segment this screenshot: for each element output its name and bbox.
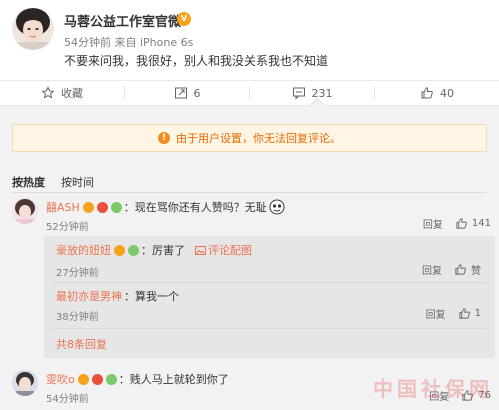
comment-like-count: 141 xyxy=(471,218,491,229)
reply-time: 27分钟前 xyxy=(56,268,99,279)
emoji-icon xyxy=(269,199,285,215)
comment-username[interactable]: 雯吹o xyxy=(46,371,75,387)
reply-like-label: 赞 xyxy=(471,266,481,277)
comment-line: 雯吹o ：贱人马上就轮到你了 xyxy=(46,371,229,387)
collect-button[interactable]: 收藏 xyxy=(0,86,125,100)
thumbs-up-icon xyxy=(456,218,467,229)
comment-time: 52分钟前 xyxy=(46,222,89,233)
star-icon xyxy=(41,86,55,99)
thumbs-up-icon xyxy=(455,264,466,275)
comment-image-label: 评论配图 xyxy=(208,244,252,257)
commenter-avatar[interactable] xyxy=(12,370,38,396)
action-bar: 收藏 6 231 40 xyxy=(0,80,499,106)
comment-like-button[interactable]: 141 xyxy=(455,217,491,230)
member-badge-icon xyxy=(91,373,103,385)
weibo-post: 马蓉公益工作室官微 V 54分钟前 来自 iPhone 6s 不要来问我，我很好… xyxy=(0,0,499,410)
commenter-avatar[interactable] xyxy=(12,198,38,224)
reply-line: 最初亦是男神 ：算我一个 xyxy=(56,288,179,304)
post-meta: 54分钟前 来自 iPhone 6s xyxy=(64,34,193,50)
post-time[interactable]: 54分钟前 xyxy=(64,36,111,49)
reply-actions: 回复 赞 xyxy=(422,262,481,277)
warning-icon: ! xyxy=(158,132,170,144)
post-text: 不要来问我，我很好，别人和我没关系我也不知道 xyxy=(64,54,329,68)
reply-text: ：算我一个 xyxy=(124,290,179,303)
sort-by-hot-tab[interactable]: 按热度 xyxy=(12,174,45,190)
comment-icon xyxy=(292,87,305,100)
vip-badge-icon: V xyxy=(177,12,191,26)
post-header: 马蓉公益工作室官微 V 54分钟前 来自 iPhone 6s 不要来问我，我很好… xyxy=(0,0,499,80)
comment-username[interactable]: 囍ASH xyxy=(46,199,80,215)
divider xyxy=(52,282,487,283)
comment-text: ：贱人马上就轮到你了 xyxy=(118,373,229,386)
comment-time: 54分钟前 xyxy=(46,394,89,405)
comment-area: ! 由于用户设置，你无法回复评论。 按热度 按时间 囍ASH ：现在骂你还有人赞… xyxy=(0,106,499,410)
repost-button[interactable]: 6 xyxy=(125,86,250,100)
repost-count: 6 xyxy=(193,86,201,100)
like-button[interactable]: 40 xyxy=(375,86,499,100)
sort-by-time-tab[interactable]: 按时间 xyxy=(61,174,94,190)
comment-image-link[interactable]: 评论配图 xyxy=(195,242,252,258)
member-badge-icon xyxy=(96,201,108,213)
reply-username[interactable]: 豪放的妞妞 xyxy=(56,242,111,258)
repost-icon xyxy=(174,87,187,99)
vip-badge-icon xyxy=(82,201,94,213)
reply-actions: 回复 1 xyxy=(426,306,481,321)
reply-like-count: 1 xyxy=(474,308,481,319)
divider xyxy=(12,192,487,193)
vip-badge-icon xyxy=(114,244,125,256)
reply-button[interactable]: 回复 xyxy=(423,216,443,231)
comment-button[interactable]: 231 xyxy=(250,86,375,100)
author-name[interactable]: 马蓉公益工作室官微 xyxy=(64,11,181,30)
comment-actions: 回复 141 xyxy=(423,216,491,231)
comment-count: 231 xyxy=(311,86,333,100)
sort-tabs: 按热度 按时间 xyxy=(12,174,94,190)
watermark: 中国社保网 xyxy=(373,377,493,401)
author-avatar[interactable] xyxy=(12,8,54,50)
reply-button[interactable]: 回复 xyxy=(426,306,446,321)
level-badge-icon xyxy=(110,201,122,213)
reply-time: 38分钟前 xyxy=(56,312,99,323)
more-replies-link[interactable]: 共8条回复 xyxy=(56,336,107,352)
post-source: 来自 iPhone 6s xyxy=(114,36,194,49)
divider xyxy=(52,328,487,329)
thumbs-up-icon xyxy=(421,87,433,99)
vip-badge-icon xyxy=(77,373,89,385)
comment-line: 囍ASH ：现在骂你还有人赞吗？无耻 xyxy=(46,199,285,215)
level-badge-icon xyxy=(128,244,139,256)
reply-text: ：厉害了 xyxy=(141,244,185,257)
notice-text: 由于用户设置，你无法回复评论。 xyxy=(176,132,341,145)
reply-button[interactable]: 回复 xyxy=(422,262,442,277)
reply-like-button[interactable]: 赞 xyxy=(454,262,481,277)
thumbs-up-icon xyxy=(459,308,470,319)
image-icon xyxy=(195,245,206,255)
level-badge-icon xyxy=(105,373,117,385)
like-count: 40 xyxy=(440,86,454,100)
collect-label: 收藏 xyxy=(61,87,83,100)
comment-text: ：现在骂你还有人赞吗？无耻 xyxy=(123,201,267,214)
reply-restricted-notice: ! 由于用户设置，你无法回复评论。 xyxy=(12,124,487,152)
reply-username[interactable]: 最初亦是男神 xyxy=(56,288,122,304)
reply-list: 豪放的妞妞 ：厉害了 评论配图 27分钟前 回复 赞 最初亦是男神 ：算我一个 … xyxy=(44,236,495,358)
reply-like-button[interactable]: 1 xyxy=(458,307,481,320)
reply-line: 豪放的妞妞 ：厉害了 评论配图 xyxy=(56,242,252,258)
